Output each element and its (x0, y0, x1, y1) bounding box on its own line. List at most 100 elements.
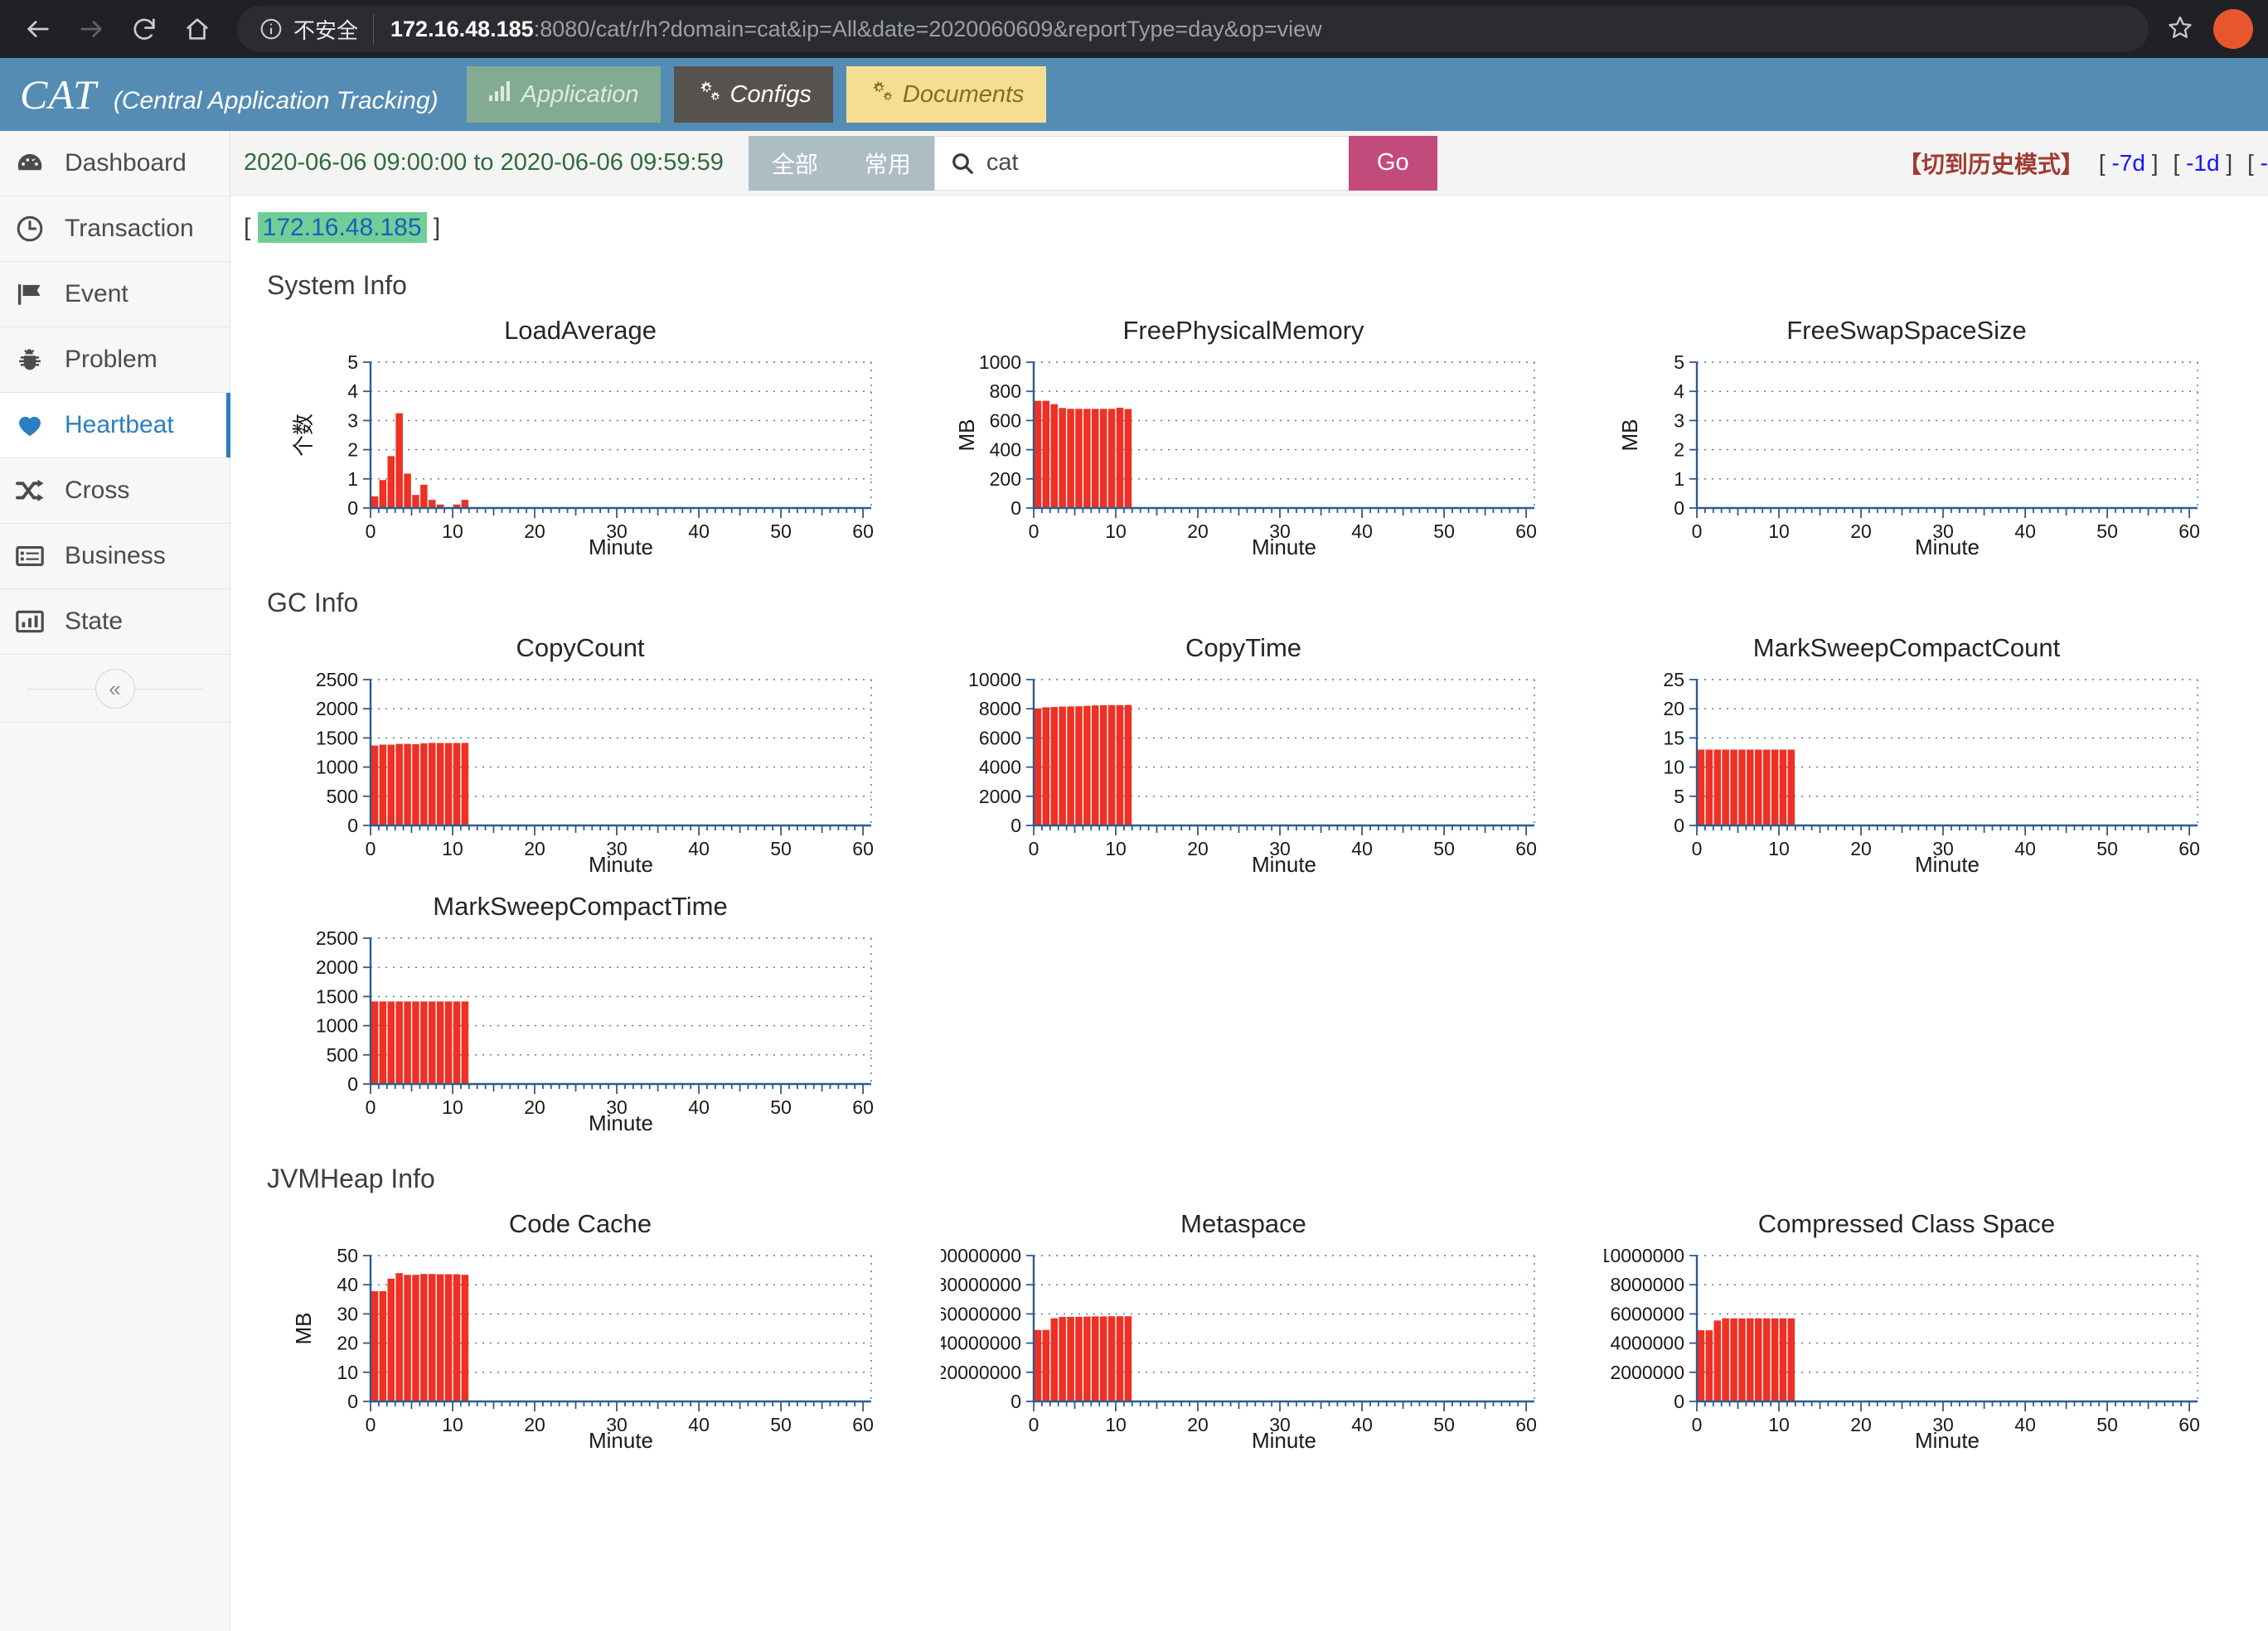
svg-text:40: 40 (2014, 838, 2036, 859)
tab-configs[interactable]: Configs (674, 66, 833, 123)
svg-text:40: 40 (1351, 838, 1373, 859)
gears-icon (695, 80, 720, 109)
chart-freeswapspacesize: FreeSwapSpaceSize 0123450102030405060Min… (1575, 301, 2238, 559)
svg-text:20: 20 (1187, 838, 1209, 859)
svg-text:5: 5 (1674, 352, 1684, 373)
svg-text:600: 600 (990, 409, 1021, 431)
sidebar-collapse-button[interactable]: « (0, 655, 230, 723)
range-tab-all[interactable]: 全部 (749, 136, 841, 191)
info-circle-icon[interactable] (259, 17, 284, 41)
go-button[interactable]: Go (1349, 136, 1437, 191)
chart-row-jvmheap-info: Code Cache 010203040500102030405060Minut… (230, 1194, 2268, 1453)
sidebar-item-transaction[interactable]: Transaction (0, 196, 230, 262)
svg-text:40000000: 40000000 (941, 1333, 1021, 1354)
home-icon[interactable] (174, 6, 220, 52)
main-content: 2020-06-06 09:00:00 to 2020-06-06 09:59:… (230, 131, 2268, 1631)
svg-text:4: 4 (1674, 380, 1684, 402)
svg-text:10: 10 (1105, 520, 1127, 542)
svg-text:8000000: 8000000 (1610, 1274, 1684, 1295)
svg-text:Minute: Minute (1252, 1428, 1316, 1453)
day-link-7d[interactable]: [ -7d ] (2099, 150, 2159, 177)
svg-text:60: 60 (852, 1414, 874, 1435)
chevron-double-left-icon: « (95, 669, 135, 709)
address-bar[interactable]: 不安全 172.16.48.185:8080/cat/r/h?domain=ca… (237, 6, 2149, 52)
svg-text:Minute: Minute (589, 852, 653, 877)
sidebar-item-business[interactable]: Business (0, 524, 230, 589)
forward-arrow-icon[interactable] (68, 6, 114, 52)
bookmark-star-icon[interactable] (2167, 14, 2193, 45)
svg-text:5: 5 (1674, 786, 1684, 807)
chart-plot: 050010001500200025000102030405060Minute (278, 928, 883, 1135)
chart-plot: 050010001500200025000102030405060Minute (278, 670, 883, 877)
svg-text:60: 60 (1515, 520, 1537, 542)
chart-title: LoadAverage (249, 316, 912, 346)
svg-text:20: 20 (524, 1414, 545, 1435)
svg-text:0: 0 (1674, 1391, 1684, 1412)
day-link-partial[interactable]: [ - (2247, 150, 2268, 177)
date-range-label[interactable]: 2020-06-06 09:00:00 to 2020-06-06 09:59:… (244, 149, 724, 177)
svg-text:50: 50 (1433, 838, 1455, 859)
svg-text:20: 20 (1850, 838, 1872, 859)
host-ip[interactable]: 172.16.48.185 (258, 212, 427, 243)
svg-text:2000: 2000 (979, 786, 1021, 807)
svg-text:10: 10 (442, 838, 463, 859)
chart-row-gc-info-2: MarkSweepCompactTime 0500100015002000250… (230, 877, 2268, 1135)
svg-text:800: 800 (990, 380, 1021, 402)
svg-text:Minute: Minute (589, 535, 653, 559)
gears-icon (868, 80, 893, 109)
svg-text:60: 60 (2178, 1414, 2200, 1435)
chart-code-cache: Code Cache 010203040500102030405060Minut… (249, 1194, 912, 1453)
day-link-1d[interactable]: [ -1d ] (2174, 150, 2233, 177)
brand[interactable]: CAT (Central Application Tracking) (20, 70, 439, 119)
chart-marksweepcompactcount: MarkSweepCompactCount 051015202501020304… (1575, 618, 2238, 877)
sidebar-item-cross[interactable]: Cross (0, 458, 230, 524)
url-host: 172.16.48.185 (390, 17, 534, 41)
back-arrow-icon[interactable] (15, 6, 61, 52)
brand-name: CAT (20, 70, 97, 119)
page-shell: Dashboard Transaction Event Problem Hear (0, 131, 2268, 1631)
chart-plot: 0200000004000000060000000800000001000000… (941, 1246, 1546, 1453)
svg-text:10: 10 (1768, 1414, 1790, 1435)
chart-title: CopyTime (912, 633, 1575, 663)
reload-icon[interactable] (121, 6, 167, 52)
svg-text:30: 30 (337, 1303, 358, 1324)
svg-text:Minute: Minute (589, 1111, 653, 1135)
top-tabs: Application Configs Documents (467, 58, 1046, 131)
svg-text:20: 20 (1850, 520, 1872, 542)
chart-cell-empty (912, 877, 1575, 1135)
search-icon (950, 151, 975, 176)
profile-avatar[interactable] (2213, 9, 2253, 49)
svg-text:60: 60 (1515, 838, 1537, 859)
range-tabs: 全部 常用 (749, 136, 934, 191)
svg-text:1000: 1000 (316, 1015, 358, 1037)
tab-configs-label: Configs (730, 81, 812, 109)
range-tab-common[interactable]: 常用 (841, 136, 934, 191)
sidebar-item-label: Transaction (65, 215, 194, 243)
svg-text:50: 50 (1433, 520, 1455, 542)
search-input[interactable]: cat (934, 136, 1349, 191)
svg-text:2500: 2500 (316, 670, 358, 690)
tab-application[interactable]: Application (467, 66, 661, 123)
chart-copycount: CopyCount 050010001500200025000102030405… (249, 618, 912, 877)
chart-title: MarkSweepCompactCount (1575, 633, 2238, 663)
sidebar-item-dashboard[interactable]: Dashboard (0, 131, 230, 196)
shuffle-icon (12, 475, 48, 506)
svg-text:60000000: 60000000 (941, 1303, 1021, 1324)
svg-text:1: 1 (347, 468, 358, 490)
svg-text:50: 50 (2096, 1414, 2118, 1435)
svg-text:10: 10 (442, 1096, 463, 1118)
sidebar-item-heartbeat[interactable]: Heartbeat (0, 393, 230, 458)
svg-text:500: 500 (327, 786, 358, 807)
svg-text:Minute: Minute (1252, 852, 1316, 877)
svg-text:0: 0 (1029, 1414, 1040, 1435)
sidebar-item-state[interactable]: State (0, 589, 230, 655)
svg-text:2000000: 2000000 (1610, 1362, 1684, 1383)
url-path: :8080/cat/r/h?domain=cat&ip=All&date=202… (534, 17, 1322, 41)
tab-documents[interactable]: Documents (846, 66, 1046, 123)
chart-title: FreeSwapSpaceSize (1575, 316, 2238, 346)
history-mode-link[interactable]: 【切到历史模式】 (1898, 147, 2084, 180)
svg-text:6000: 6000 (979, 727, 1021, 748)
sidebar-item-event[interactable]: Event (0, 262, 230, 327)
section-title-system-info: System Info (230, 242, 2268, 301)
sidebar-item-problem[interactable]: Problem (0, 327, 230, 393)
